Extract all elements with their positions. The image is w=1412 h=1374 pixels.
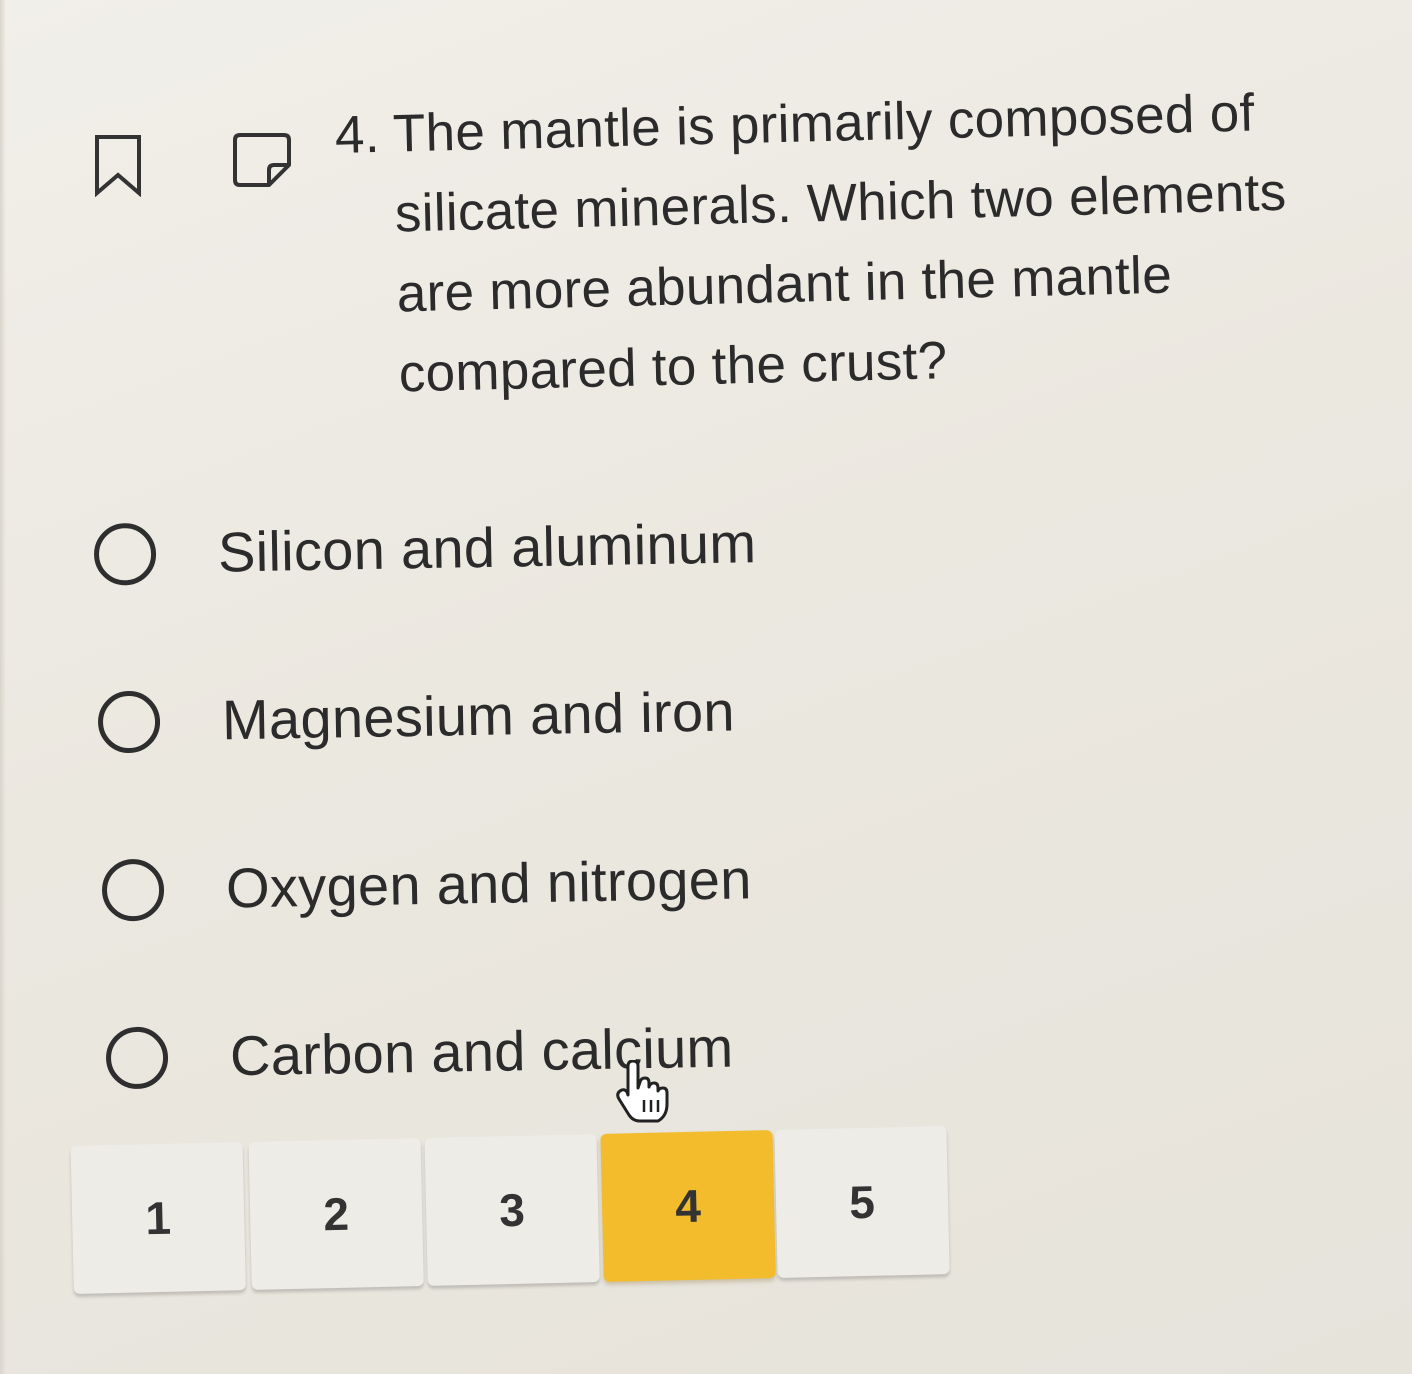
page-button-1[interactable]: 1 <box>70 1142 246 1294</box>
answer-choice-a[interactable]: Silicon and aluminum <box>93 510 757 587</box>
question-prompt: 4. The mantle is primarily composed of s… <box>334 71 1352 416</box>
screen-edge <box>0 0 6 1374</box>
answer-choice-label: Magnesium and iron <box>221 679 736 752</box>
bookmark-button[interactable] <box>90 132 146 198</box>
answer-choice-c[interactable]: Oxygen and nitrogen <box>101 846 752 922</box>
radio-button[interactable] <box>105 1025 169 1089</box>
radio-button[interactable] <box>97 689 161 754</box>
note-button[interactable] <box>230 130 294 190</box>
page-button-2[interactable]: 2 <box>248 1138 424 1290</box>
question-text: The mantle is primarily composed of sili… <box>392 83 1288 404</box>
question-number: 4. <box>334 104 381 165</box>
sticky-note-icon <box>233 133 291 187</box>
page-button-5[interactable]: 5 <box>774 1126 950 1278</box>
answer-choice-label: Silicon and aluminum <box>217 511 757 584</box>
page-button-3[interactable]: 3 <box>424 1134 600 1286</box>
bookmark-icon <box>95 135 141 197</box>
page-button-4[interactable]: 4 <box>600 1130 776 1282</box>
answer-choice-label: Oxygen and nitrogen <box>225 847 753 920</box>
radio-button[interactable] <box>101 858 165 922</box>
question-pagination: 1 2 3 4 5 <box>70 1102 954 1298</box>
answer-choice-b[interactable]: Magnesium and iron <box>97 678 735 754</box>
quiz-screen: 4. The mantle is primarily composed of s… <box>0 0 1412 1374</box>
radio-button[interactable] <box>93 522 157 586</box>
